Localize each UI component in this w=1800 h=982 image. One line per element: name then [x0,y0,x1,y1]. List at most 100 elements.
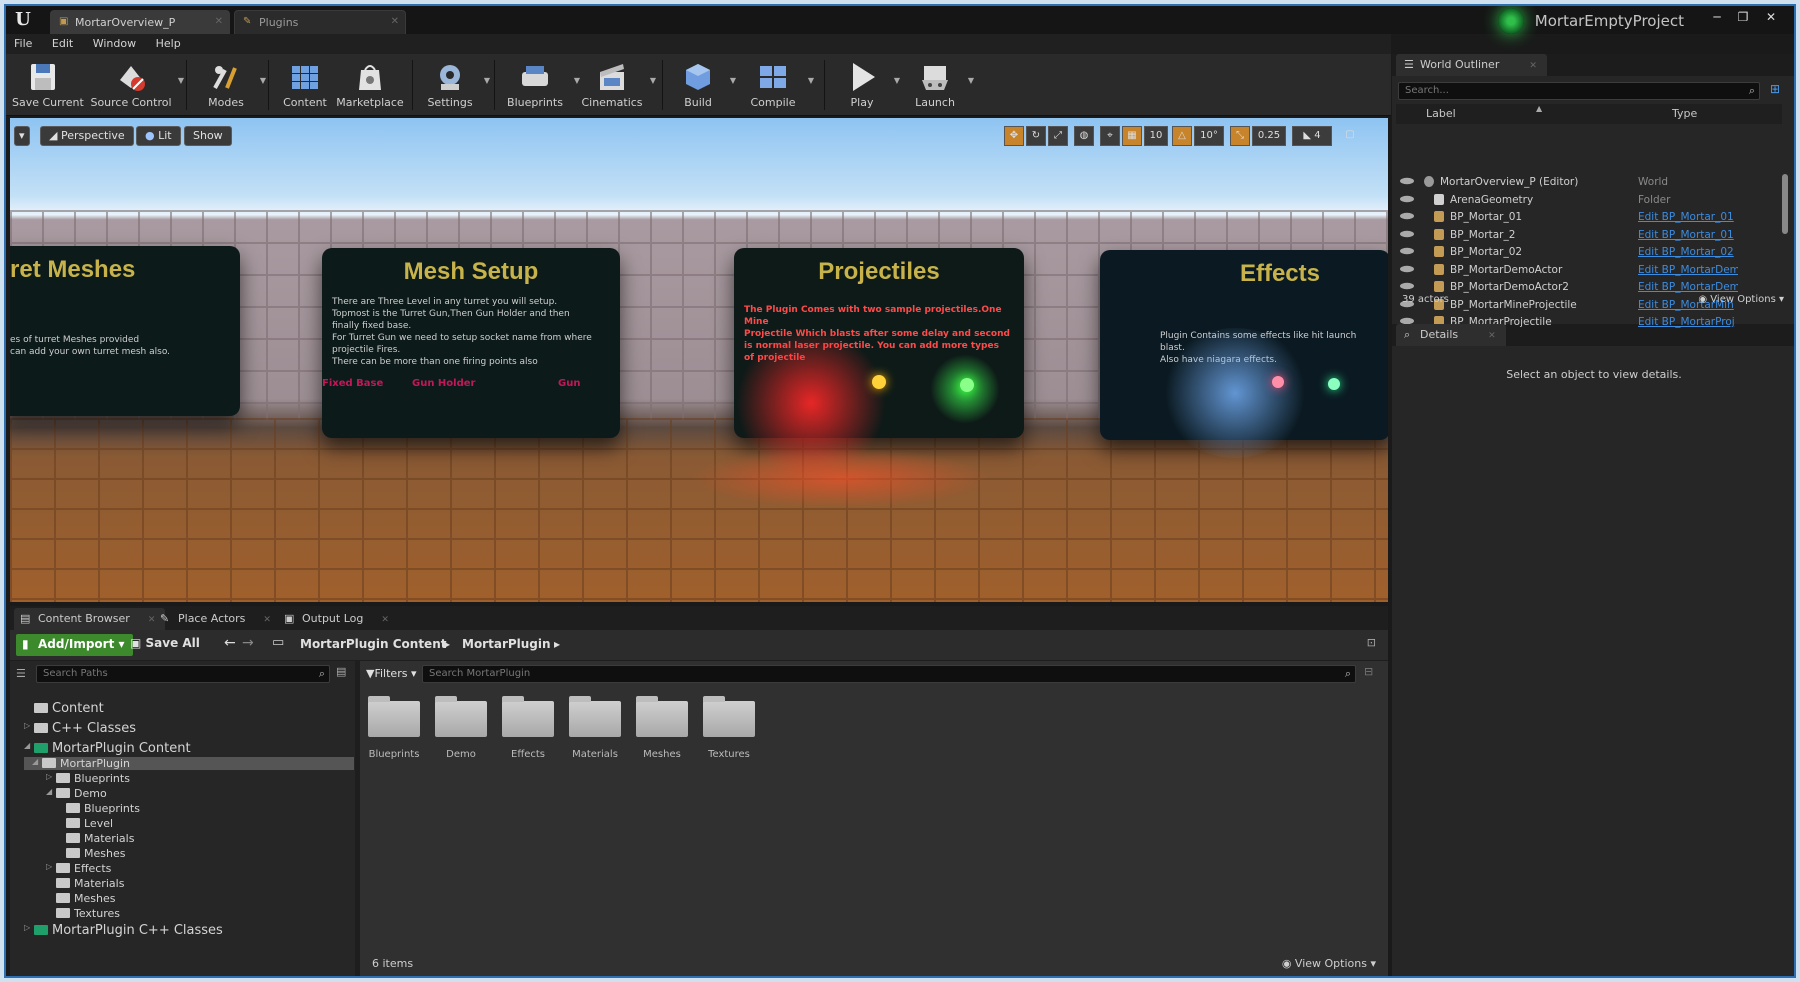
tree-toggle-icon[interactable]: ☰ [16,667,26,680]
menu-help[interactable]: Help [148,34,189,53]
menu-window[interactable]: Window [85,34,144,53]
viewport-options-button[interactable]: ▾ [14,126,30,146]
type-column-header[interactable]: Type [1672,107,1697,120]
close-icon[interactable]: ✕ [215,16,223,27]
visibility-eye-icon[interactable] [1400,212,1414,220]
lit-button[interactable]: ● Lit [136,126,181,146]
translate-tool-icon[interactable]: ✥ [1004,126,1024,146]
back-arrow-icon[interactable]: ← [224,635,236,651]
grid-snap-value[interactable]: 10 [1144,126,1168,146]
close-icon[interactable]: ✕ [1529,61,1537,71]
launch-button[interactable]: Launch ▼ [908,56,974,114]
outliner-row[interactable]: BP_MortarDemoActor Edit BP_MortarDem [1396,262,1784,280]
outliner-search-input[interactable]: Search... ⌕ [1398,82,1760,100]
scale-tool-icon[interactable]: ⤢ [1048,126,1068,146]
build-button[interactable]: Build ▼ [672,56,736,114]
edit-blueprint-link[interactable]: Edit BP_Mortar_01 [1638,211,1738,223]
save-search-icon[interactable]: ⊟ [1364,665,1373,678]
outliner-row[interactable]: MortarOverview_P (Editor) World [1396,174,1784,192]
tree-options-icon[interactable]: ▤ [336,665,346,678]
edit-blueprint-link[interactable]: Edit BP_MortarDem [1638,264,1738,276]
asset-folder-tile[interactable]: Materials [569,696,621,760]
expand-arrow-icon[interactable]: ◢ [32,757,38,766]
tree-folder-item[interactable]: ▷ MortarPlugin C++ Classes [24,923,223,938]
chevron-down-icon[interactable]: ▼ [650,76,656,85]
breadcrumb-mortarplugin-content[interactable]: MortarPlugin Content [300,637,446,651]
tree-folder-item[interactable]: Materials [56,877,124,890]
marketplace-button[interactable]: Marketplace [336,56,404,114]
visibility-eye-icon[interactable] [1400,195,1414,202]
tab-mortaroverview[interactable]: ▣ MortarOverview_P ✕ [50,10,230,34]
camera-speed-button[interactable]: ◣ 4 [1292,126,1332,146]
asset-folder-tile[interactable]: Meshes [636,696,688,760]
forward-arrow-icon[interactable]: → [242,635,254,651]
expand-arrow-icon[interactable]: ◢ [24,741,30,750]
tree-folder-item[interactable]: Textures [56,907,120,920]
settings-button[interactable]: Settings ▼ [422,56,490,114]
menu-edit[interactable]: Edit [44,34,81,53]
close-window-button[interactable]: ✕ [1760,10,1782,26]
minimize-button[interactable]: ─ [1706,10,1728,26]
asset-folder-tile[interactable]: Blueprints [368,696,420,760]
asset-view-options-button[interactable]: ◉ View Options ▾ [1282,957,1376,970]
search-paths-input[interactable]: Search Paths ⌕ [36,665,330,683]
level-viewport[interactable]: ret Meshes es of turret Meshes provided … [10,118,1388,602]
output-log-tab[interactable]: ▣ Output Log ✕ [278,608,399,630]
expand-arrow-icon[interactable]: ▷ [46,772,52,781]
new-folder-icon[interactable]: ⊞ [1770,82,1780,96]
edit-blueprint-link[interactable]: Edit BP_MortarProj [1638,316,1738,328]
visibility-eye-icon[interactable] [1400,265,1414,272]
search-assets-input[interactable]: Search MortarPlugin ⌕ [422,665,1356,683]
tree-folder-item[interactable]: Materials [66,832,134,845]
chevron-down-icon[interactable]: ▼ [894,76,900,85]
tree-folder-item[interactable]: ◢ Demo [46,787,107,800]
tree-folder-item[interactable]: ◢ MortarPlugin Content [24,741,191,756]
outliner-row[interactable]: BP_Mortar_02 Edit BP_Mortar_02 [1396,244,1784,262]
compile-button[interactable]: Compile ▼ [744,56,814,114]
edit-blueprint-link[interactable]: Edit BP_Mortar_01 [1638,229,1738,241]
scale-snap-value[interactable]: 0.25 [1252,126,1286,146]
rotation-snap-icon[interactable]: △ [1172,126,1192,146]
world-outliner-tab[interactable]: ☰ World Outliner ✕ [1396,54,1547,76]
content-button[interactable]: Content [278,56,332,114]
outliner-row[interactable]: ArenaGeometry Folder [1396,192,1784,210]
expand-arrow-icon[interactable]: ▷ [24,721,30,730]
tab-plugins[interactable]: ✎ Plugins ✕ [234,10,406,34]
visibility-eye-icon[interactable] [1400,247,1414,255]
tree-folder-item[interactable]: Level [66,817,113,830]
asset-folder-tile[interactable]: Textures [703,696,755,760]
label-column-header[interactable]: Label [1426,107,1456,120]
surface-snap-icon[interactable]: ⌖ [1100,126,1120,146]
modes-button[interactable]: Modes ▼ [198,56,266,114]
play-button[interactable]: Play ▼ [836,56,900,114]
cinematics-button[interactable]: Cinematics ▼ [580,56,656,114]
outliner-view-options-button[interactable]: ◉ View Options ▾ [1698,294,1784,305]
tree-folder-item[interactable]: Meshes [66,847,125,860]
content-browser-tab[interactable]: ▤ Content Browser ✕ [14,608,166,630]
blueprints-button[interactable]: Blueprints ▼ [502,56,580,114]
details-tab[interactable]: ⌕ Details ✕ [1396,324,1506,346]
expand-arrow-icon[interactable]: ▷ [46,862,52,871]
expand-arrow-icon[interactable]: ▷ [24,923,30,932]
rotate-tool-icon[interactable]: ↻ [1026,126,1046,146]
chevron-down-icon[interactable]: ▼ [808,76,814,85]
world-space-icon[interactable]: ◍ [1074,126,1094,146]
outliner-scrollbar[interactable] [1782,174,1788,234]
scale-snap-icon[interactable]: ⤡ [1230,126,1250,146]
chevron-down-icon[interactable]: ▼ [968,76,974,85]
chevron-down-icon[interactable]: ▼ [178,76,184,85]
source-control-button[interactable]: Source Control ▼ [90,56,184,114]
tree-folder-item[interactable]: ▷ C++ Classes [24,721,136,736]
place-actors-tab[interactable]: ✎ Place Actors ✕ [154,608,281,630]
breadcrumb-separator-icon[interactable]: ▸ [554,637,560,651]
tree-folder-item[interactable]: ◢ MortarPlugin [24,757,354,770]
filters-button[interactable]: ▼Filters ▾ [366,667,416,680]
tree-folder-item[interactable]: ▷ Effects [46,862,111,875]
close-icon[interactable]: ✕ [381,615,389,625]
visibility-eye-icon[interactable] [1400,177,1414,185]
grid-snap-icon[interactable]: ▦ [1122,126,1142,146]
tree-folder-item[interactable]: ▷ Blueprints [46,772,130,785]
tree-folder-item[interactable]: Content [34,701,104,716]
save-current-button[interactable]: Save Current [12,56,84,114]
breadcrumb-mortarplugin[interactable]: MortarPlugin [462,637,551,651]
